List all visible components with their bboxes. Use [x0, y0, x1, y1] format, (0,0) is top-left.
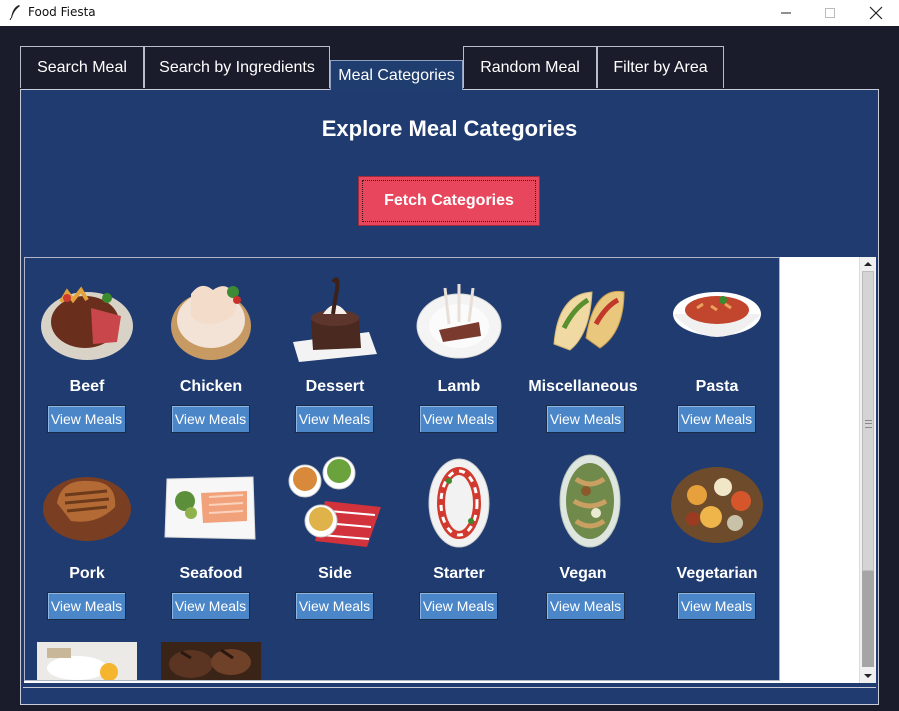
view-meals-button-side[interactable]: View Meals: [295, 592, 374, 620]
view-meals-button-pasta[interactable]: View Meals: [677, 405, 756, 433]
minimize-icon: [781, 12, 791, 14]
view-meals-button-dessert[interactable]: View Meals: [295, 405, 374, 433]
category-name: Chicken: [179, 378, 243, 395]
category-name: Beef: [69, 378, 105, 395]
view-meals-button-starter[interactable]: View Meals: [419, 592, 498, 620]
tab-random-meal[interactable]: Random Meal: [463, 46, 597, 88]
category-card-miscellaneous: Miscellaneous View Meals: [521, 258, 659, 438]
category-card-chicken: Chicken View Meals: [149, 258, 273, 438]
view-meals-button-miscellaneous[interactable]: View Meals: [546, 405, 625, 433]
category-name: Pork: [69, 565, 105, 582]
maximize-button[interactable]: [807, 0, 853, 26]
category-name: Vegetarian: [676, 565, 758, 582]
category-name: Miscellaneous: [528, 378, 638, 395]
view-meals-button-vegan[interactable]: View Meals: [546, 592, 625, 620]
category-card-pasta: Pasta View Meals: [655, 258, 779, 438]
category-name: Lamb: [437, 378, 481, 395]
category-card-beef: Beef View Meals: [25, 258, 149, 438]
category-card-vegan: Vegan View Meals: [521, 445, 659, 625]
goat-meat-photo: [161, 642, 261, 680]
view-meals-button-pork[interactable]: View Meals: [47, 592, 126, 620]
view-meals-button-seafood[interactable]: View Meals: [171, 592, 250, 620]
category-card-vegetarian: Vegetarian View Meals: [655, 445, 779, 625]
breakfast-photo: [37, 642, 137, 680]
close-icon: [869, 6, 883, 20]
category-card-starter: Starter View Meals: [397, 445, 521, 625]
vertical-scrollbar[interactable]: [859, 257, 876, 683]
title-bar: Food Fiesta: [0, 0, 899, 26]
category-name: Vegan: [559, 565, 607, 582]
scrollbar-track-lower[interactable]: [862, 571, 874, 667]
view-meals-button-beef[interactable]: View Meals: [47, 405, 126, 433]
category-name: Pasta: [695, 378, 739, 395]
categories-grid: Beef View Meals Chicken View Meals Desse…: [24, 257, 780, 681]
category-card-pork: Pork View Meals: [25, 445, 149, 625]
chocolate-dessert-photo: [293, 277, 377, 362]
category-card-lamb: Lamb View Meals: [397, 258, 521, 438]
app-window: Search Meal Search by Ingredients Meal C…: [0, 26, 899, 711]
tab-filter-by-area[interactable]: Filter by Area: [597, 46, 724, 88]
beef-steak-photo: [41, 286, 133, 360]
meal-categories-panel: Explore Meal Categories Fetch Categories…: [20, 89, 879, 705]
pasta-bowl-photo: [673, 292, 761, 337]
view-meals-button-chicken[interactable]: View Meals: [171, 405, 250, 433]
vegan-bowl-photo: [559, 454, 621, 548]
category-card-side: Side View Meals: [273, 445, 397, 625]
feather-icon: [9, 5, 20, 20]
fetch-categories-button[interactable]: Fetch Categories: [358, 176, 540, 226]
caprese-starter-photo: [428, 458, 490, 548]
tab-search-meal[interactable]: Search Meal: [20, 46, 144, 88]
window-title: Food Fiesta: [28, 5, 96, 19]
scroll-down-arrow-icon[interactable]: [860, 669, 876, 683]
page-title: Explore Meal Categories: [321, 116, 578, 141]
salmon-plate-photo: [164, 476, 256, 540]
category-name: Side: [318, 565, 352, 582]
scrollbar-grip-icon: [865, 420, 872, 428]
tab-meal-categories[interactable]: Meal Categories: [330, 60, 463, 90]
category-card-seafood: Seafood View Meals: [149, 445, 273, 625]
scroll-up-arrow-icon[interactable]: [860, 257, 876, 271]
minimize-button[interactable]: [763, 0, 809, 26]
close-button[interactable]: [853, 0, 899, 26]
category-name: Dessert: [305, 378, 365, 395]
lamb-rack-photo: [416, 284, 502, 359]
vegetarian-platter-photo: [671, 467, 763, 543]
tab-search-by-ingredients[interactable]: Search by Ingredients: [144, 46, 330, 88]
view-meals-button-lamb[interactable]: View Meals: [419, 405, 498, 433]
category-card-dessert: Dessert View Meals: [273, 258, 397, 438]
side-dishes-photo: [288, 456, 381, 547]
pork-chop-photo: [43, 477, 131, 541]
horizontal-track: [23, 687, 876, 703]
category-name: Seafood: [179, 565, 243, 582]
view-meals-button-vegetarian[interactable]: View Meals: [677, 592, 756, 620]
categories-scroll-area[interactable]: Beef View Meals Chicken View Meals Desse…: [24, 257, 876, 683]
tacos-photo: [553, 290, 625, 351]
category-name: Starter: [433, 565, 485, 582]
raw-chicken-photo: [171, 285, 251, 360]
scrollbar-thumb[interactable]: [862, 271, 874, 571]
maximize-icon: [825, 8, 835, 18]
